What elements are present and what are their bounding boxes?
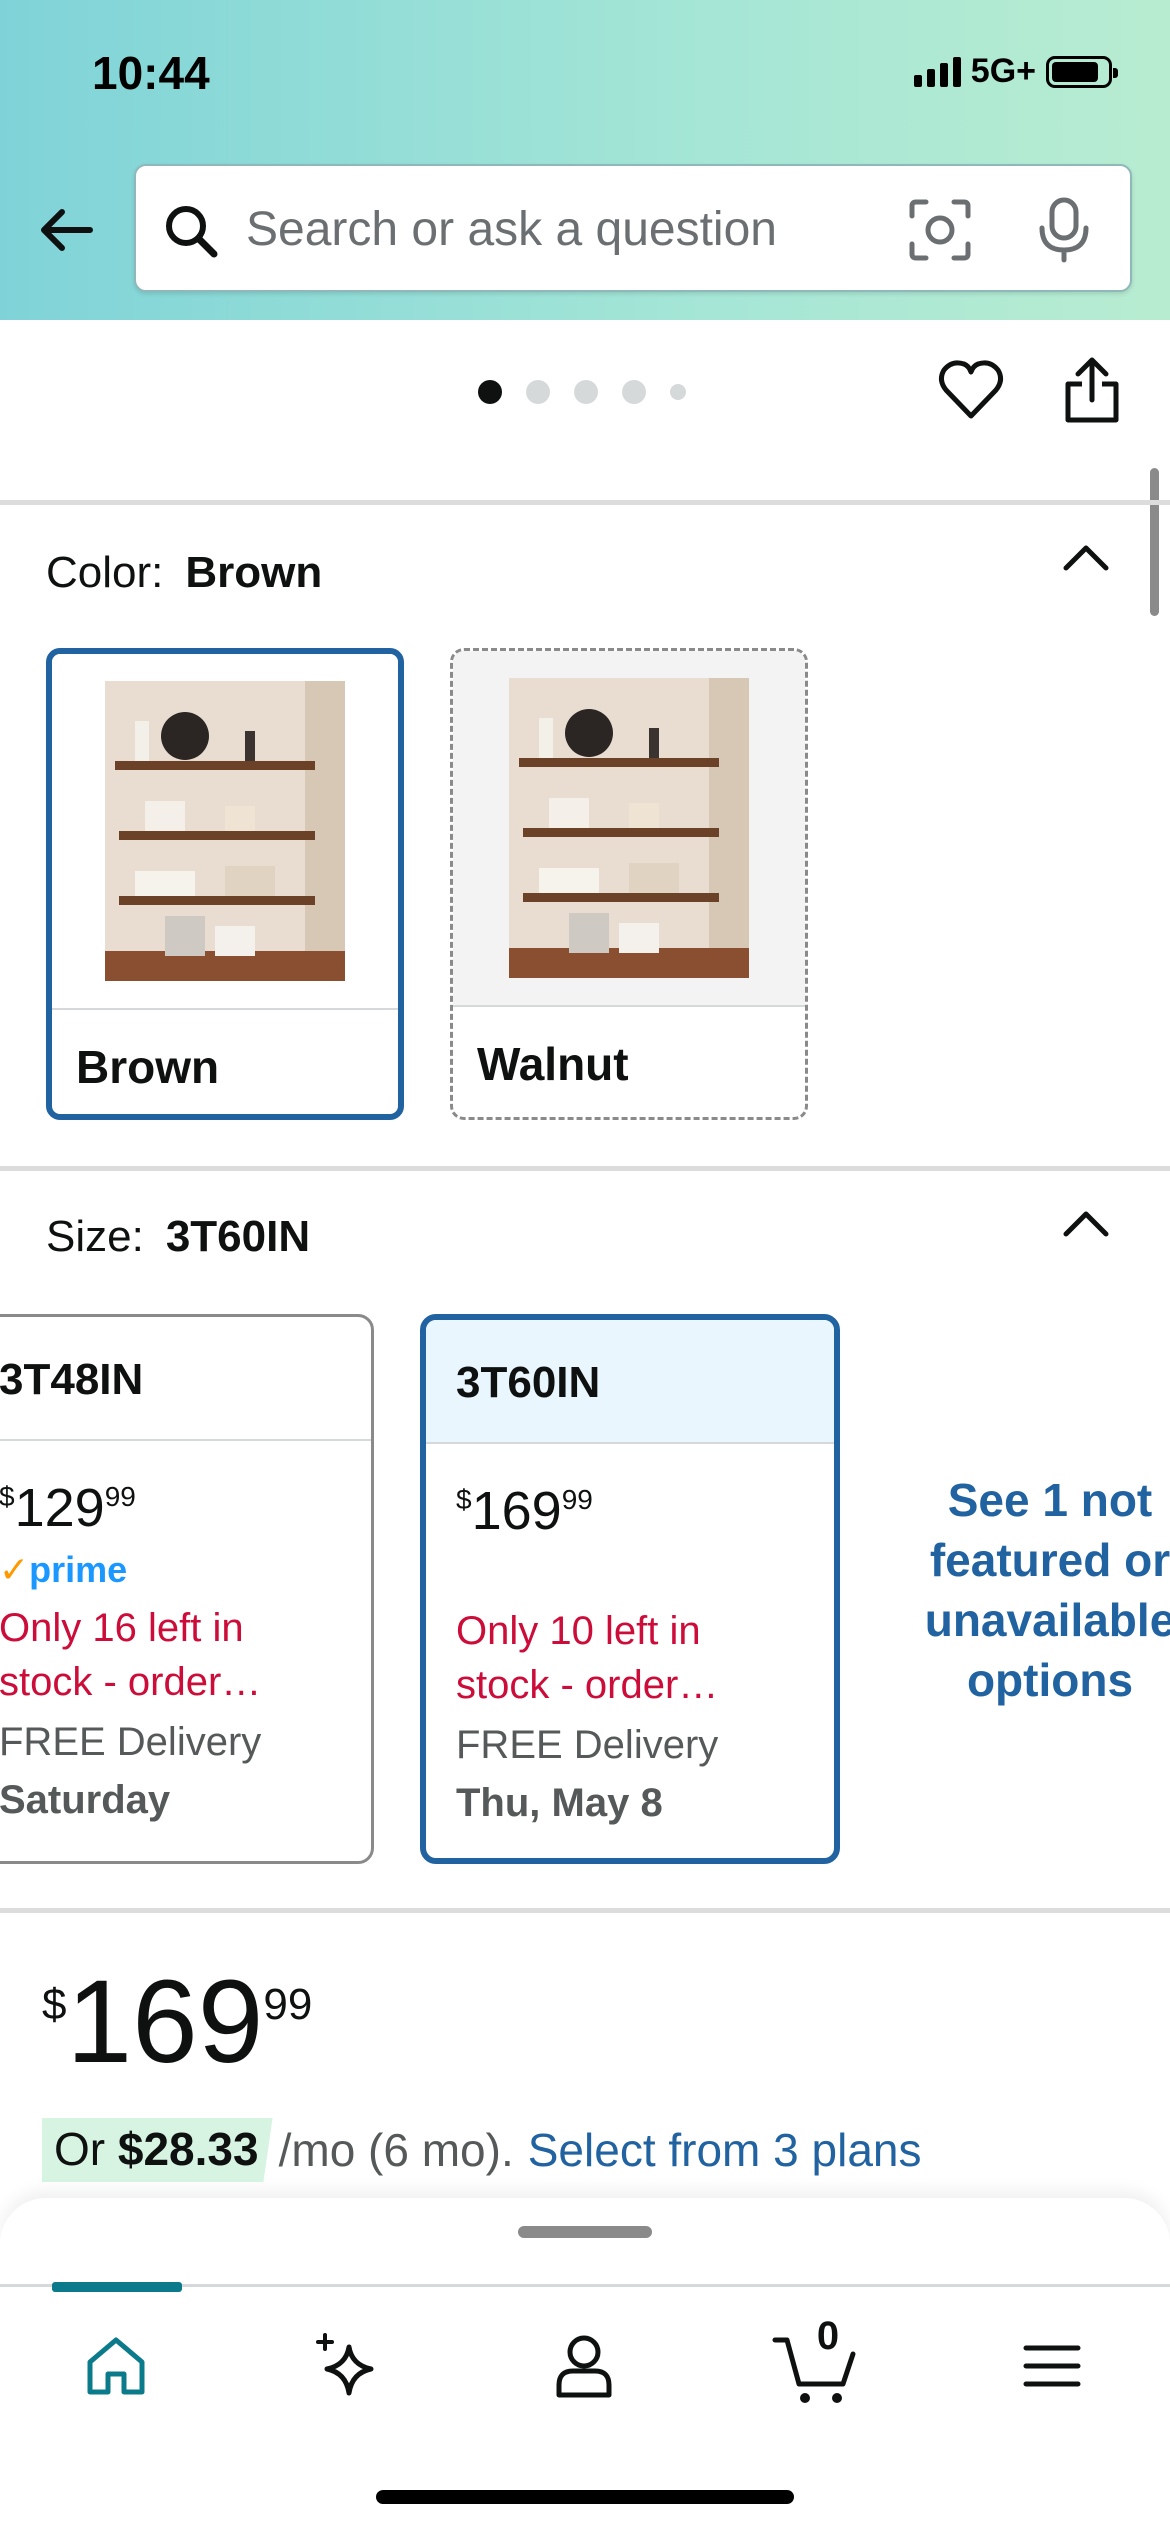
network-label: 5G+ bbox=[970, 52, 1036, 90]
currency-symbol: $ bbox=[0, 1481, 15, 1512]
stock-line: stock - order… bbox=[0, 1660, 262, 1704]
price-whole: 129 bbox=[14, 1478, 105, 1538]
menu-icon bbox=[1023, 2345, 1081, 2387]
nav-cart[interactable]: 0 bbox=[766, 2314, 866, 2416]
nav-account[interactable] bbox=[534, 2316, 634, 2416]
product-image bbox=[453, 651, 805, 1007]
price-fraction: 99 bbox=[104, 1481, 136, 1512]
price-fraction: 99 bbox=[561, 1484, 593, 1515]
share-icon[interactable] bbox=[1062, 356, 1122, 426]
color-option-label: Walnut bbox=[477, 1038, 629, 1090]
stock-line: Only 16 left in bbox=[0, 1606, 244, 1650]
divider bbox=[0, 1166, 1170, 1171]
select-plans-link[interactable]: Select from 3 plans bbox=[528, 2123, 922, 2177]
size-option-name: 3T60IN bbox=[426, 1320, 834, 1444]
price-whole: 169 bbox=[66, 1956, 264, 2088]
link-line: See 1 not bbox=[947, 1474, 1153, 1526]
price-whole: 169 bbox=[471, 1481, 562, 1541]
cart-count: 0 bbox=[816, 2314, 840, 2358]
back-arrow-icon[interactable] bbox=[34, 198, 98, 262]
person-icon bbox=[556, 2335, 612, 2398]
image-pagination-dots[interactable] bbox=[478, 380, 686, 404]
divider bbox=[0, 1908, 1170, 1913]
signal-icon bbox=[913, 56, 961, 87]
color-option-brown[interactable]: Brown bbox=[46, 648, 404, 1120]
currency-symbol: $ bbox=[456, 1484, 472, 1515]
size-option-price: $169 99 bbox=[456, 1480, 834, 1542]
nav-home[interactable] bbox=[66, 2316, 166, 2416]
product-price: $ 169 99 bbox=[42, 1960, 312, 2084]
plan-term: /mo (6 mo). bbox=[278, 2124, 514, 2176]
status-time: 10:44 bbox=[92, 47, 210, 99]
stock-line: Only 10 left in bbox=[456, 1609, 701, 1653]
color-option-walnut[interactable]: Walnut bbox=[450, 648, 808, 1120]
pagination-dot[interactable] bbox=[478, 380, 502, 404]
prime-badge: ✓prime bbox=[0, 1549, 371, 1593]
size-option-3t60in[interactable]: 3T60IN $169 99 Only 10 left in stock - or… bbox=[420, 1314, 840, 1864]
pagination-dot[interactable] bbox=[670, 384, 686, 400]
active-tab-indicator bbox=[52, 2282, 182, 2292]
stock-line: stock - order… bbox=[456, 1663, 719, 1707]
sparkle-icon bbox=[316, 2333, 374, 2396]
link-line: featured or bbox=[929, 1534, 1170, 1586]
delivery-label: FREE Delivery bbox=[0, 1720, 262, 1764]
pagination-dot[interactable] bbox=[526, 380, 550, 404]
size-label-text: Size: bbox=[46, 1212, 144, 1261]
header: 10:44 5G+ bbox=[0, 0, 1170, 320]
search-bar[interactable] bbox=[134, 164, 1132, 292]
prime-spacer bbox=[456, 1552, 834, 1596]
product-image bbox=[52, 654, 398, 1010]
size-label: Size: 3T60IN bbox=[46, 1212, 310, 1262]
divider bbox=[0, 500, 1170, 505]
plan-tag: Or $28.33 bbox=[42, 2118, 273, 2182]
link-line: unavailable bbox=[924, 1594, 1170, 1646]
plan-prefix: Or bbox=[54, 2123, 106, 2175]
status-icons: 5G+ bbox=[913, 52, 1118, 91]
color-label-text: Color: bbox=[46, 548, 164, 597]
search-icon bbox=[166, 206, 218, 258]
plan-amount: $28.33 bbox=[117, 2123, 259, 2175]
stock-warning: Only 10 left in stock - order… bbox=[456, 1604, 786, 1712]
pagination-dot[interactable] bbox=[622, 380, 646, 404]
color-selected-value: Brown bbox=[185, 548, 323, 597]
size-selected-value: 3T60IN bbox=[165, 1212, 311, 1261]
see-unavailable-options-link[interactable]: See 1 not featured or unavailable option… bbox=[900, 1470, 1170, 1710]
chevron-up-icon[interactable] bbox=[1060, 1206, 1112, 1242]
prime-check-icon: ✓ bbox=[0, 1549, 30, 1590]
price-fraction: 99 bbox=[263, 1980, 313, 2029]
home-icon bbox=[87, 2337, 145, 2395]
shelf-image bbox=[105, 681, 345, 981]
color-label: Color: Brown bbox=[46, 548, 322, 598]
size-option-3t48in[interactable]: 3T48IN $129 99 ✓prime Only 16 left in sto… bbox=[0, 1314, 374, 1864]
currency-symbol: $ bbox=[42, 1980, 67, 2029]
delivery-date: Saturday bbox=[0, 1778, 171, 1822]
delivery-date: Thu, May 8 bbox=[456, 1781, 663, 1825]
pagination-dot[interactable] bbox=[574, 380, 598, 404]
camera-icon[interactable] bbox=[906, 196, 974, 264]
shelf-image bbox=[509, 678, 749, 978]
search-input[interactable] bbox=[246, 196, 946, 262]
battery-icon bbox=[1046, 55, 1118, 88]
color-option-label: Brown bbox=[76, 1041, 220, 1093]
heart-icon[interactable] bbox=[938, 358, 1004, 422]
microphone-icon[interactable] bbox=[1034, 196, 1094, 264]
delivery-label: FREE Delivery bbox=[456, 1723, 719, 1767]
nav-ai-assistant[interactable] bbox=[298, 2316, 398, 2416]
nav-menu[interactable] bbox=[1002, 2316, 1102, 2416]
scrollbar[interactable] bbox=[1150, 468, 1159, 616]
link-line: options bbox=[966, 1654, 1134, 1706]
size-option-name: 3T48IN bbox=[0, 1317, 371, 1441]
prime-label: prime bbox=[29, 1549, 128, 1590]
stock-warning: Only 16 left in stock - order… bbox=[0, 1601, 329, 1709]
installment-plan: Or $28.33 /mo (6 mo). Select from 3 plan… bbox=[42, 2118, 922, 2182]
sheet-grabber[interactable] bbox=[518, 2226, 652, 2238]
size-option-price: $129 99 bbox=[0, 1477, 371, 1539]
home-indicator bbox=[376, 2490, 794, 2504]
chevron-up-icon[interactable] bbox=[1060, 540, 1112, 576]
